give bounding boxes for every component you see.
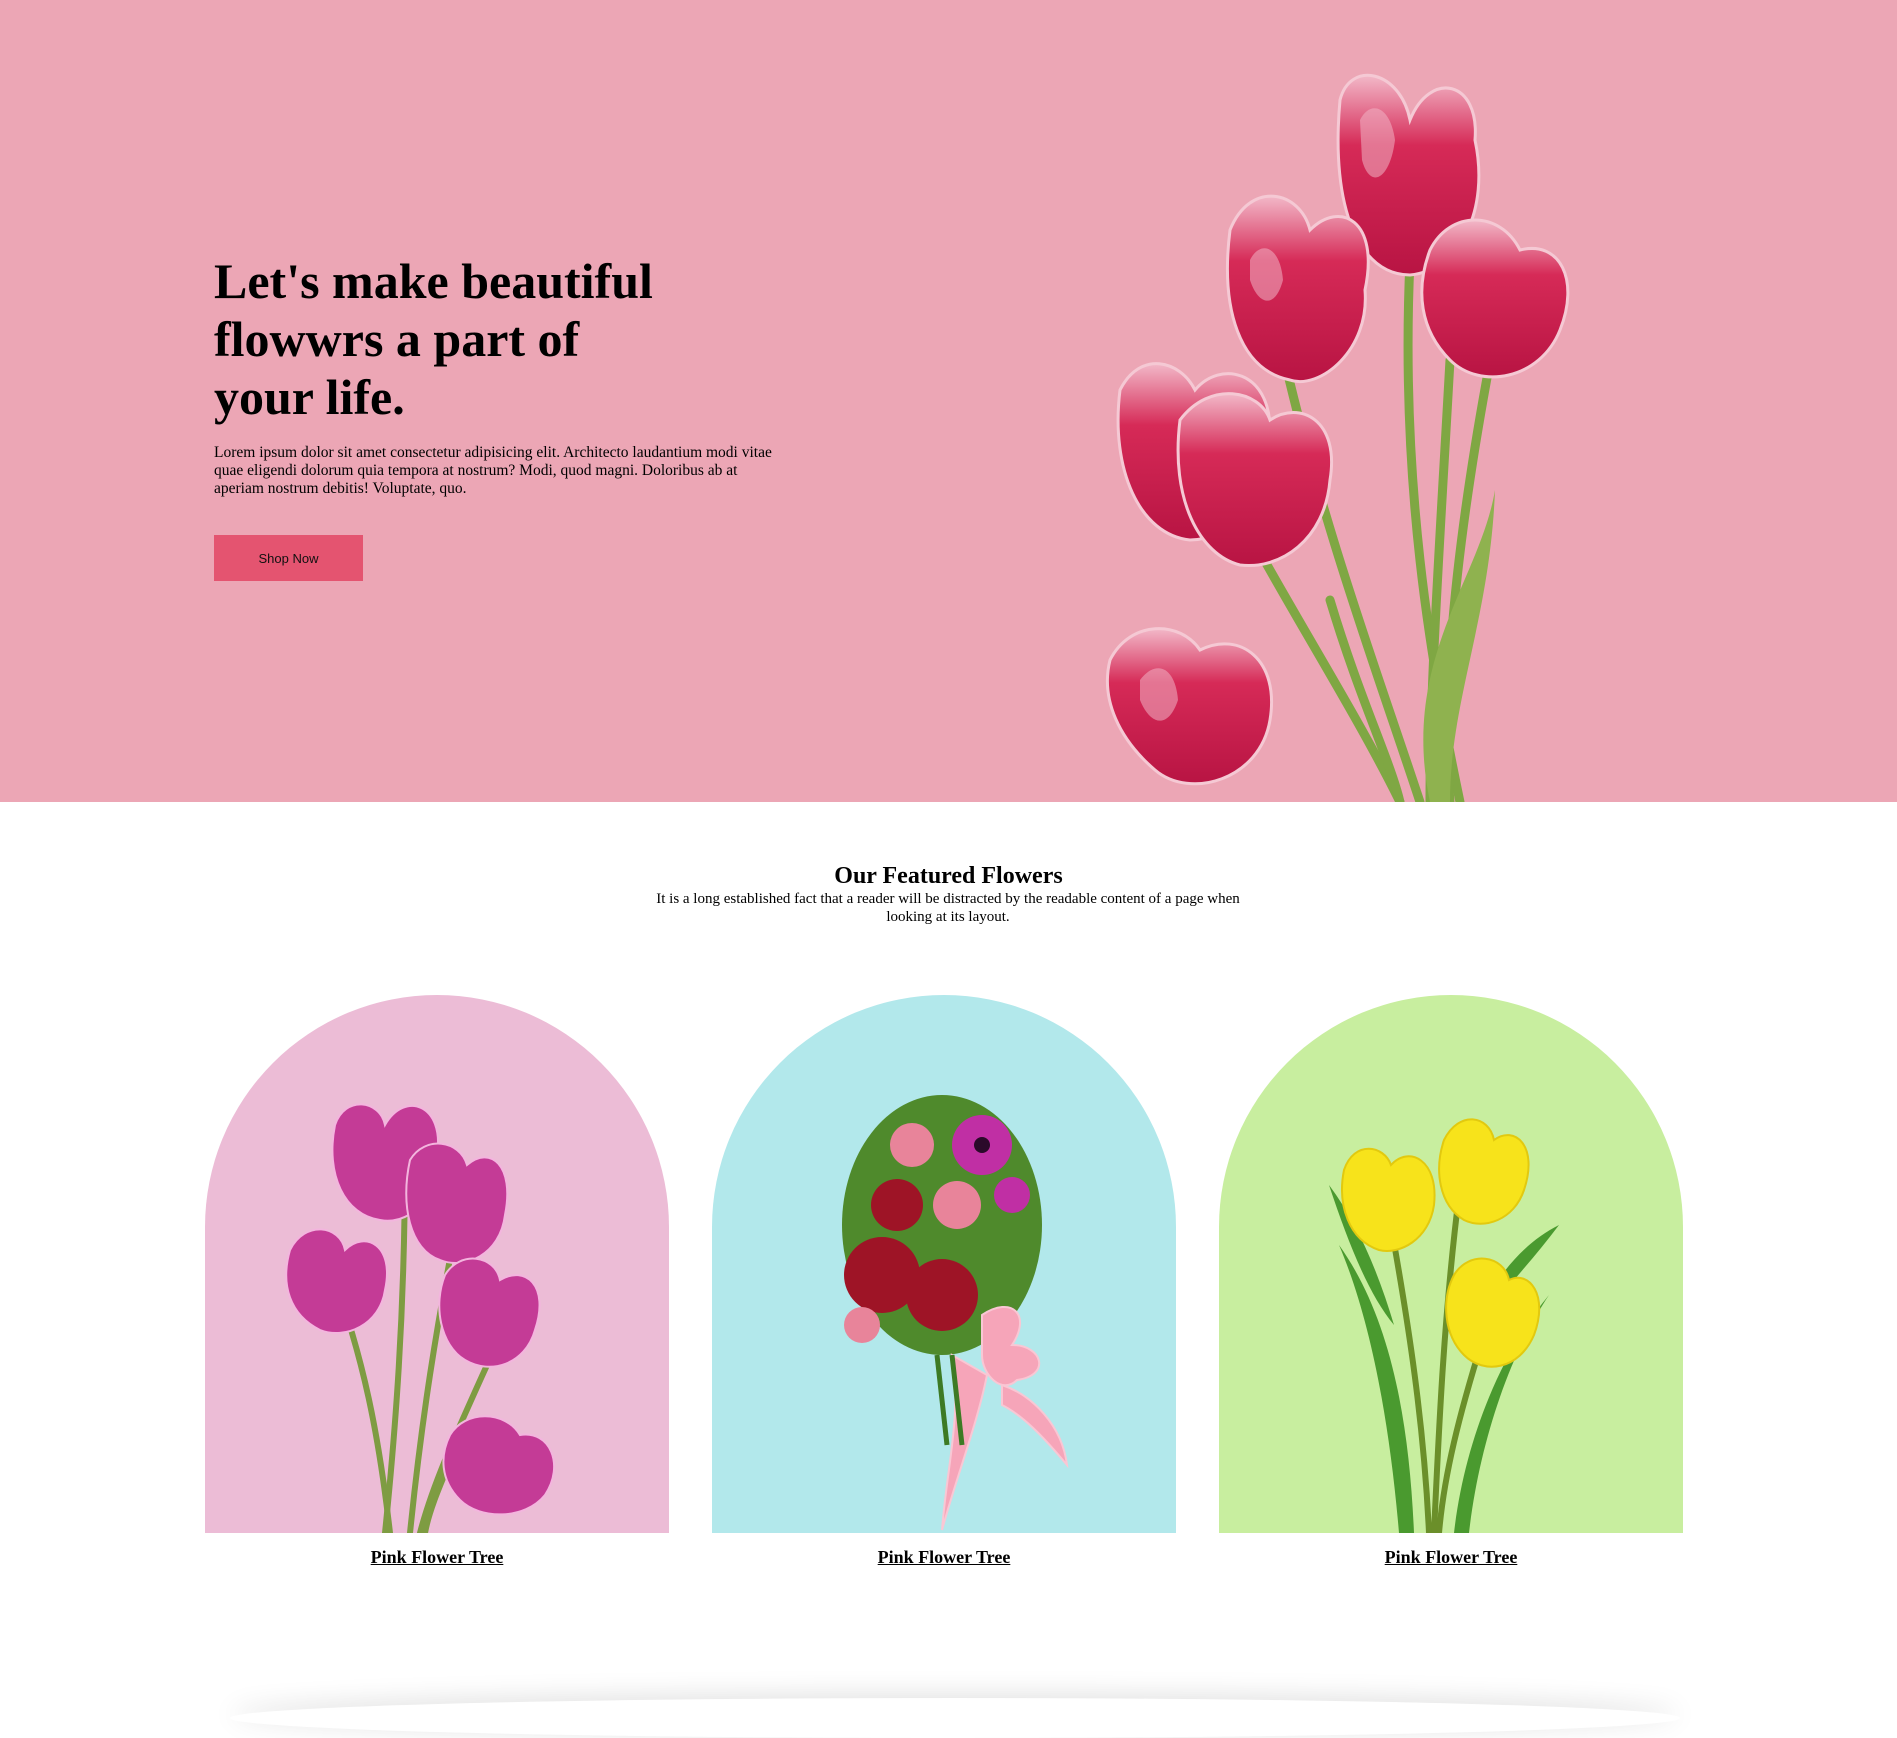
hero-title: Let's make beautiful flowwrs a part of y… [214,253,653,425]
card-title-link[interactable]: Pink Flower Tree [712,1547,1176,1568]
card-image-mixed-bouquet[interactable] [712,995,1176,1533]
hero-description: Lorem ipsum dolor sit amet consectetur a… [214,444,772,497]
hero-section: Let's make beautiful flowwrs a part of y… [0,0,1897,802]
card-title-link[interactable]: Pink Flower Tree [205,1547,669,1568]
featured-title: Our Featured Flowers [834,863,1063,889]
footer-shadow [230,1698,1680,1738]
shop-now-button[interactable]: Shop Now [214,535,363,581]
card-image-magenta-tulips[interactable] [205,995,669,1533]
hero-tulips-image [1105,73,1570,802]
featured-card[interactable]: Pink Flower Tree [712,995,1176,1568]
card-image-yellow-tulips[interactable] [1219,995,1683,1533]
featured-card[interactable]: Pink Flower Tree [1219,995,1683,1568]
featured-subtitle: It is a long established fact that a rea… [656,891,1240,925]
card-title-link[interactable]: Pink Flower Tree [1219,1547,1683,1568]
featured-card[interactable]: Pink Flower Tree [205,995,669,1568]
